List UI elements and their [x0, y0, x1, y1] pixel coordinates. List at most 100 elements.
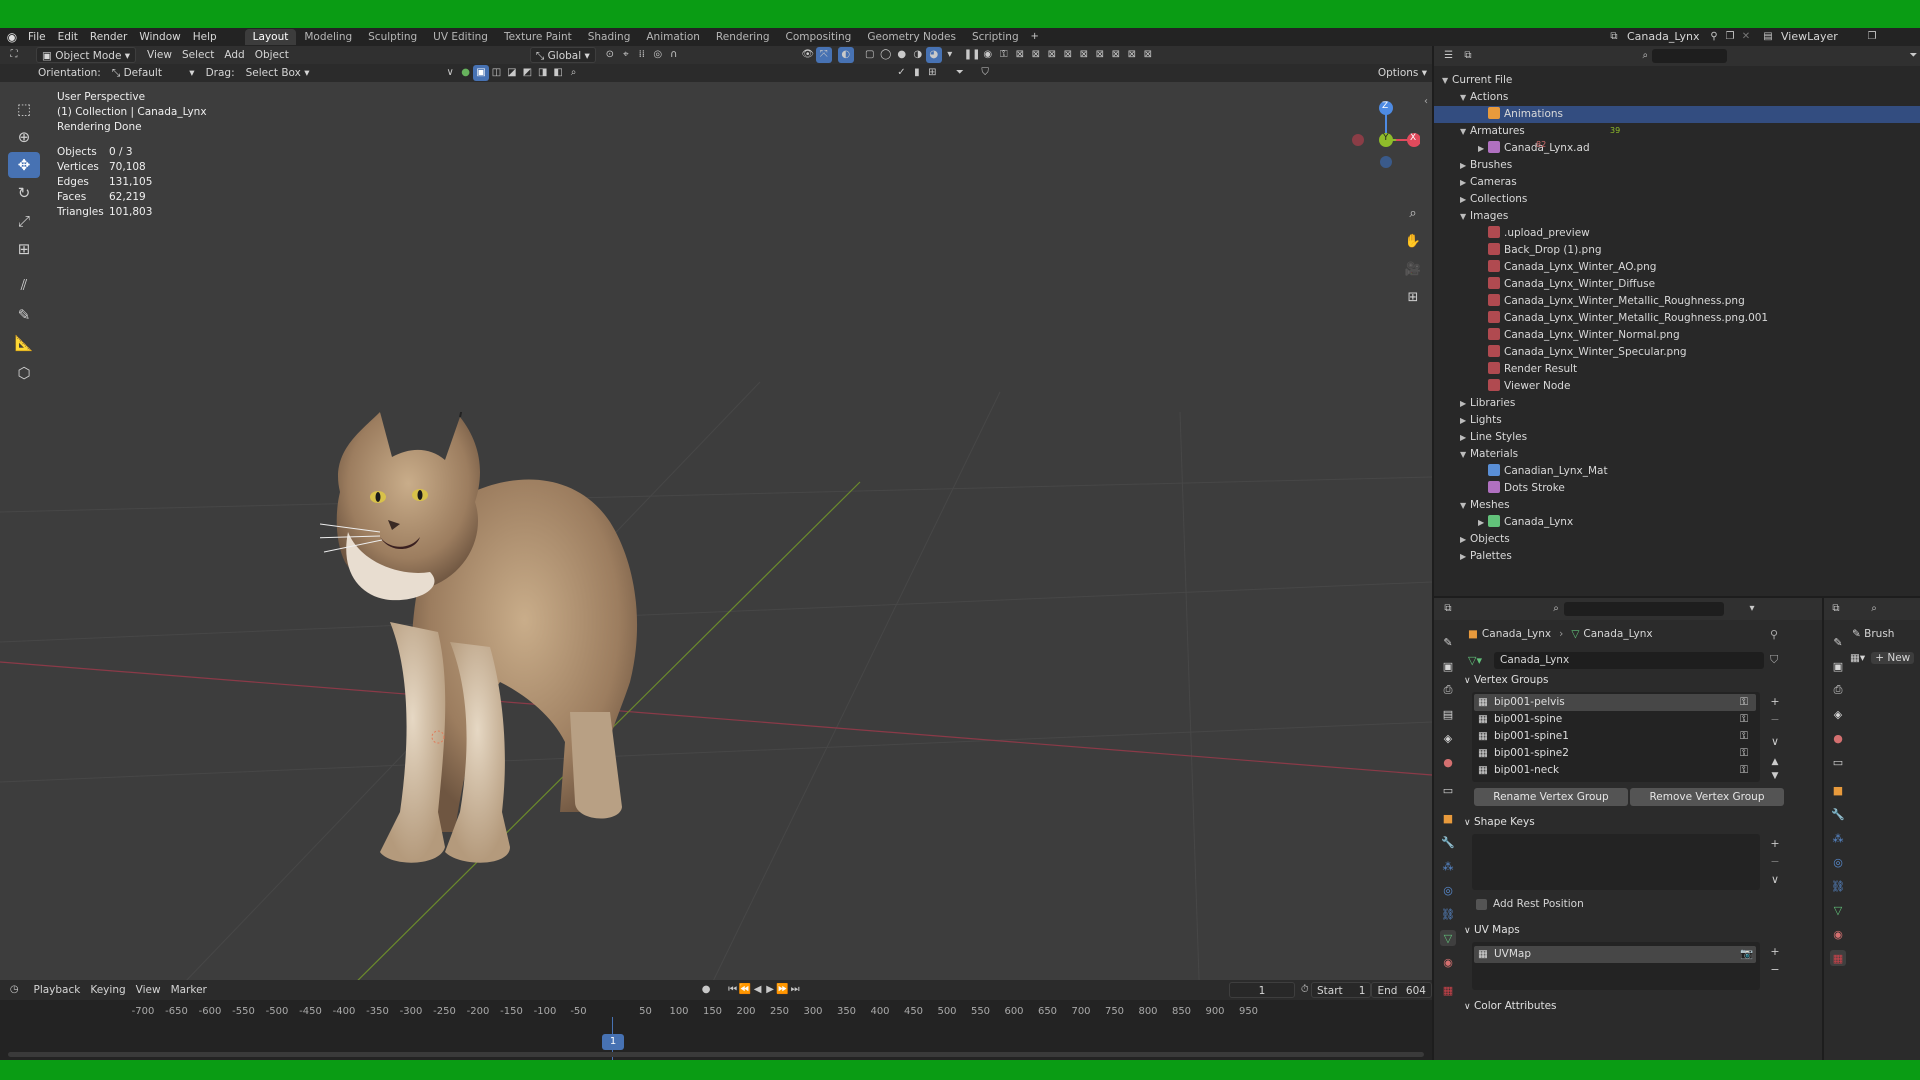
menu-edit[interactable]: Edit	[52, 28, 84, 46]
scene-tab-icon[interactable]: ◈	[1440, 730, 1456, 746]
collapse-chevron-icon[interactable]: ∨	[442, 65, 457, 81]
outliner-row-render-result[interactable]: Render Result	[1434, 361, 1920, 378]
new-scene-icon[interactable]: ❐	[1722, 29, 1738, 45]
color-attributes-panel-header[interactable]: ∨ Color Attributes	[1464, 996, 1814, 1016]
blender-logo-icon[interactable]: ◉	[4, 29, 20, 45]
data-tab-icon[interactable]: ▽	[1440, 930, 1456, 946]
tp-modifier-tab-icon[interactable]: 🔧	[1830, 806, 1846, 822]
camera-view-icon[interactable]: 🎥	[1402, 258, 1424, 280]
viewport-menu-view[interactable]: View	[142, 47, 177, 63]
expand-right-icon[interactable]: ▶	[1460, 157, 1470, 174]
uv-camera-icon[interactable]: 📷	[1740, 946, 1753, 963]
expand-right-icon[interactable]: ▶	[1478, 140, 1488, 157]
add-vertex-group-icon[interactable]: +	[1766, 694, 1784, 710]
texture-panel-search-icon[interactable]: ⌕	[1866, 601, 1882, 617]
wireframe-shading-icon[interactable]: ◯	[878, 47, 894, 63]
tab-sculpting[interactable]: Sculpting	[360, 29, 425, 45]
tool-rotate[interactable]: ↻	[8, 180, 40, 206]
timeline-ruler[interactable]: -700 -650 -600 -550 -500 -450 -400 -350 -300 -250…	[0, 980, 1432, 1040]
sidebar-toggle-chevron[interactable]: ‹	[1424, 96, 1428, 107]
outliner-row-libraries[interactable]: ▶ Libraries	[1434, 395, 1920, 412]
mesh-name-field[interactable]: Canada_Lynx	[1494, 652, 1764, 669]
tp-material-tab-icon[interactable]: ◉	[1830, 926, 1846, 942]
outliner-row-back-drop-1-png[interactable]: Back_Drop (1).png	[1434, 242, 1920, 259]
menu-render[interactable]: Render	[84, 28, 133, 46]
solid-shading-icon[interactable]: ●	[894, 47, 910, 63]
expand-down-icon[interactable]: ▼	[1460, 208, 1470, 225]
tab-compositing[interactable]: Compositing	[778, 29, 860, 45]
expand-right-icon[interactable]: ▶	[1460, 429, 1470, 446]
transform-orientation-dropdown[interactable]: ⤡ Global ▾	[529, 47, 596, 63]
view-layer-tab-icon[interactable]: ▤	[1440, 706, 1456, 722]
tool-transform[interactable]: ⊞	[8, 236, 40, 262]
xray-icon[interactable]: ▢	[862, 47, 878, 63]
timeline-scrollbar[interactable]	[8, 1052, 1424, 1057]
outliner-row-lights[interactable]: ▶ Lights	[1434, 412, 1920, 429]
scene-name[interactable]: Canada_Lynx	[1622, 29, 1706, 45]
layout-icon[interactable]: ⊞	[925, 65, 940, 81]
viewport-menu-add[interactable]: Add	[219, 47, 249, 63]
restrict-icon-6[interactable]: ⊠	[1092, 47, 1108, 63]
lynx-model[interactable]	[320, 412, 740, 872]
outliner-editor-type-icon[interactable]: ☰	[1442, 48, 1455, 64]
expand-right-icon[interactable]: ▶	[1460, 191, 1470, 208]
expand-right-icon[interactable]: ▶	[1460, 174, 1470, 191]
expand-down-icon[interactable]: ▼	[1460, 497, 1470, 514]
vertex-group-lock-icon[interactable]: ⚿	[1740, 711, 1748, 728]
remove-scene-icon[interactable]: ✕	[1738, 29, 1754, 45]
add-workspace-icon[interactable]: +	[1027, 29, 1043, 45]
outliner-row-viewer-node[interactable]: Viewer Node	[1434, 378, 1920, 395]
bookmark-icon[interactable]: ▮	[909, 65, 924, 81]
outliner-search-field[interactable]	[1651, 49, 1727, 63]
editor-type-icon[interactable]: ⛶	[6, 47, 22, 63]
outliner-row-current-file[interactable]: ▼ Current File	[1434, 72, 1920, 89]
texture-checker-icon[interactable]: ▦▾	[1850, 652, 1865, 664]
3d-viewport[interactable]: User Perspective (1) Collection | Canada…	[0, 82, 1432, 1008]
restrict-icon-1[interactable]: ⊠	[1012, 47, 1028, 63]
expand-down-icon[interactable]: ▼	[1460, 89, 1470, 106]
rename-vertex-group-button[interactable]: Rename Vertex Group	[1474, 788, 1628, 806]
filter-icon[interactable]: ⏷	[952, 65, 967, 81]
tab-rendering[interactable]: Rendering	[708, 29, 778, 45]
restrict-icon-5[interactable]: ⊠	[1076, 47, 1092, 63]
overlay-toggle-icon[interactable]: ◐	[837, 47, 854, 63]
tp-output-tab-icon[interactable]: ⎙	[1830, 682, 1846, 698]
tp-constraints-tab-icon[interactable]: ⛓	[1830, 878, 1846, 894]
expand-down-icon[interactable]: ▼	[1442, 72, 1452, 89]
outliner-row-line-styles[interactable]: ▶ Line Styles	[1434, 429, 1920, 446]
checkmark-icon[interactable]: ✓	[894, 65, 909, 81]
outliner-row-images[interactable]: ▼ Images	[1434, 208, 1920, 225]
outliner-row-upload-preview[interactable]: .upload_preview	[1434, 225, 1920, 242]
vertex-group-item[interactable]: ▦ bip001-neck ⚿	[1474, 762, 1756, 779]
eye-icon[interactable]: ◉	[980, 47, 996, 63]
tab-geometry-nodes[interactable]: Geometry Nodes	[859, 29, 964, 45]
outliner-row-canada-lynx-winter-ao-png[interactable]: Canada_Lynx_Winter_AO.png	[1434, 259, 1920, 276]
vertex-group-lock-icon[interactable]: ⚿	[1740, 745, 1748, 762]
vertex-group-specials-icon[interactable]: ∨	[1766, 734, 1784, 750]
drag-dropdown[interactable]: Select Box ▾	[241, 65, 315, 81]
lock-icon[interactable]: ⚿	[996, 47, 1012, 63]
select-extra-icon[interactable]: ◧	[550, 65, 565, 81]
tool-scale[interactable]: ⤢	[8, 208, 40, 234]
texture-panel-editor-type-icon[interactable]: ⧉	[1828, 601, 1844, 617]
menu-window[interactable]: Window	[133, 28, 186, 46]
outliner-row-cameras[interactable]: ▶ Cameras	[1434, 174, 1920, 191]
outliner-row-canada-lynx[interactable]: ▶ Canada_Lynx	[1434, 514, 1920, 531]
pivot-icon[interactable]: ⊙	[602, 47, 618, 63]
tab-animation[interactable]: Animation	[638, 29, 708, 45]
remove-vertex-group-button[interactable]: Remove Vertex Group	[1630, 788, 1784, 806]
rendered-shading-icon[interactable]: ◕	[925, 47, 942, 63]
outliner-filter-icon[interactable]: ⏷	[1907, 48, 1920, 64]
expand-right-icon[interactable]: ▶	[1460, 412, 1470, 429]
outliner-row-canada-lynx-ad[interactable]: ▶ Canada_Lynx.ad	[1434, 140, 1920, 157]
search-icon[interactable]: ⌕	[566, 65, 581, 81]
physics-tab-icon[interactable]: ◎	[1440, 882, 1456, 898]
viewport-menu-object[interactable]: Object	[250, 47, 294, 63]
view-layer-icon[interactable]: ▤	[1760, 29, 1776, 45]
expand-right-icon[interactable]: ▶	[1478, 514, 1488, 531]
properties-search-icon[interactable]: ⌕	[1548, 601, 1564, 617]
tp-collection-tab-icon[interactable]: ▭	[1830, 754, 1846, 770]
vertex-group-item[interactable]: ▦ bip001-pelvis ⚿	[1474, 694, 1756, 711]
outliner-row-collections[interactable]: ▶ Collections	[1434, 191, 1920, 208]
tool-tab-icon[interactable]: ✎	[1440, 634, 1456, 650]
